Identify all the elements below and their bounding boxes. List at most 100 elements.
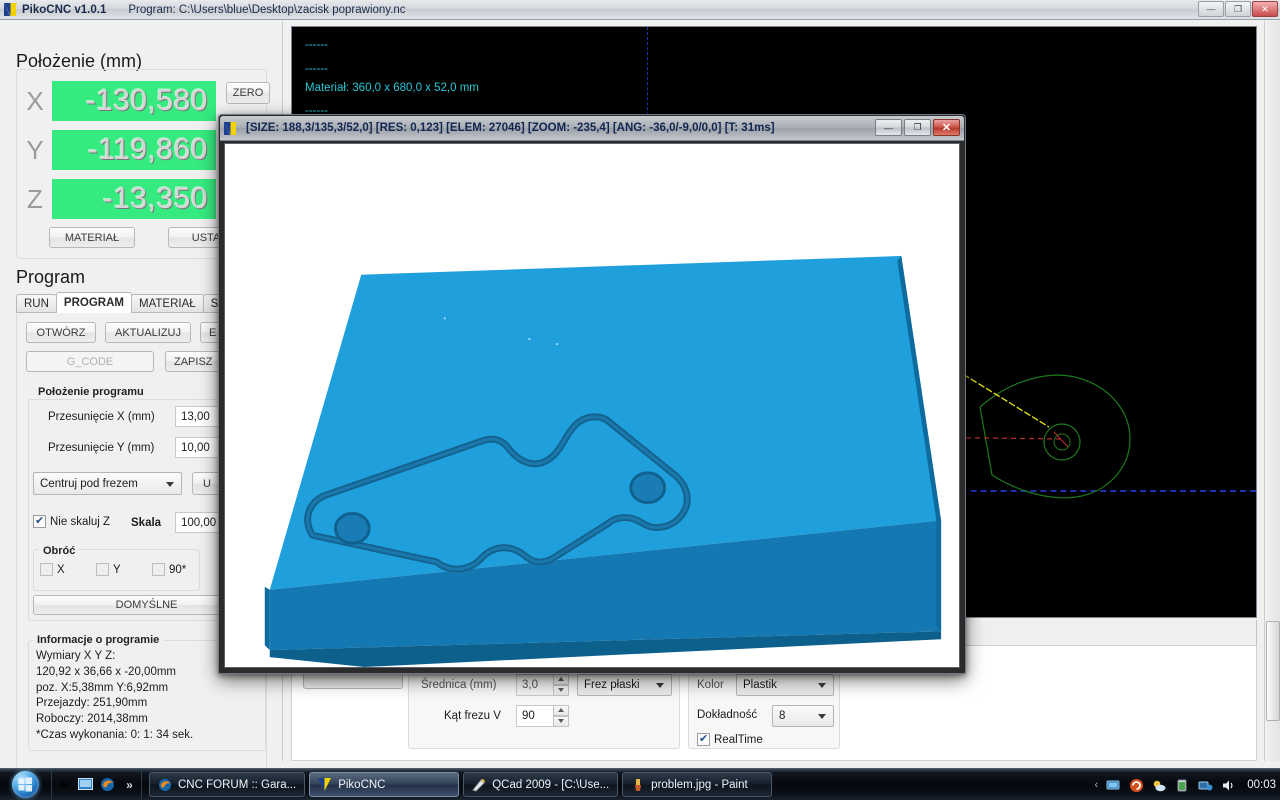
firefox-icon — [158, 778, 172, 792]
app-program-path: Program: C:\Users\blue\Desktop\zacisk po… — [128, 3, 406, 16]
scrollbar-thumb[interactable] — [1266, 621, 1280, 721]
app-window-controls: — ❐ ✕ — [1198, 1, 1278, 17]
axis-value-y: -119,860 — [52, 130, 216, 170]
surface-speck — [443, 317, 446, 320]
tab-material[interactable]: MATERIAŁ — [130, 294, 204, 313]
firefox-svg — [158, 778, 172, 791]
rotate-x-checkbox[interactable]: X — [40, 563, 65, 576]
info-line-1: Wymiary X Y Z: — [36, 650, 116, 662]
checkbox-icon — [33, 514, 46, 528]
axis-label-z: Z — [27, 184, 43, 214]
axis-row-y: Y -119,860 — [18, 130, 216, 170]
battery-svg — [1177, 779, 1187, 792]
taskbar-item-qcad[interactable]: QCad 2009 - [C:\Use... — [463, 772, 619, 797]
offset-x-label: Przesunięcie X (mm) — [48, 411, 155, 423]
diameter-label: Średnica (mm) — [421, 679, 497, 691]
quick-launch-bar[interactable]: ☀ » — [51, 770, 142, 799]
gcode-button[interactable]: G_CODE — [26, 351, 154, 372]
volume-icon[interactable] — [1220, 777, 1236, 793]
rotate-90-label: 90* — [169, 563, 187, 576]
checkbox-icon — [96, 563, 109, 576]
network-monitor-icon[interactable] — [1105, 777, 1121, 793]
tool-type-select[interactable]: Frez płaski — [577, 674, 672, 696]
firefox-icon[interactable] — [99, 776, 116, 793]
no-scale-z-label: Nie skaluj Z — [50, 515, 111, 528]
update-button[interactable]: AKTUALIZUJ — [105, 322, 191, 343]
surface-speck — [556, 343, 559, 346]
start-button[interactable] — [2, 770, 48, 800]
taskbar-item-paint[interactable]: problem.jpg - Paint — [622, 772, 773, 797]
paint-icon — [631, 778, 645, 792]
accuracy-select[interactable]: 8 — [772, 705, 834, 727]
network-svg — [1198, 781, 1213, 790]
info-line-2: 120,92 x 36,66 x -20,00mm — [36, 665, 176, 678]
main-vertical-scrollbar[interactable] — [1264, 21, 1280, 761]
open-button[interactable]: OTWÓRZ — [26, 322, 96, 343]
realtime-checkbox[interactable]: RealTime — [697, 732, 763, 746]
taskbar-item-pikocnc[interactable]: PikoCNC — [309, 772, 460, 797]
axis-row-x: X -130,580 — [18, 81, 216, 121]
center-mode-value: Centruj pod frezem — [40, 477, 138, 490]
program-info-lines: Wymiary X Y Z: 120,92 x 36,66 x -20,00mm… — [36, 649, 193, 744]
3d-preview-title-text: [SIZE: 188,3/135,3/52,0] [RES: 0,123] [E… — [246, 122, 775, 134]
app-maximize-button[interactable]: ❐ — [1225, 1, 1251, 17]
checkbox-icon — [697, 732, 710, 746]
zero-button[interactable]: ZERO — [226, 82, 270, 104]
axis-value-x: -130,580 — [52, 81, 216, 121]
system-tray: ‹ 00:03 — [1087, 769, 1276, 800]
rotate-y-checkbox[interactable]: Y — [96, 563, 121, 576]
3d-preview-window[interactable]: [SIZE: 188,3/135,3/52,0] [RES: 0,123] [E… — [218, 114, 966, 674]
windows-flag-icon — [18, 777, 32, 792]
scale-label: Skala — [131, 517, 162, 529]
weather-icon[interactable] — [1151, 777, 1167, 793]
3d-block-render — [264, 255, 942, 667]
chevron-down-icon — [166, 481, 174, 487]
shield-icon[interactable] — [1128, 777, 1144, 793]
axis-label-y: Y — [26, 135, 44, 165]
chevron-right-icon[interactable]: » — [121, 776, 138, 793]
rotate-group-title: Obróć — [39, 545, 80, 557]
viewer-close-button[interactable]: ✕ — [933, 119, 960, 136]
spinner-up-icon — [558, 677, 564, 681]
material-button[interactable]: MATERIAŁ — [49, 227, 135, 248]
app-minimize-button[interactable]: — — [1198, 1, 1224, 17]
tab-run[interactable]: RUN — [16, 294, 57, 313]
app-titlebar: PikoCNC v1.0.1 Program: C:\Users\blue\De… — [0, 0, 1280, 20]
tool-type-value: Frez płaski — [584, 679, 640, 691]
taskbar-clock[interactable]: 00:03 — [1247, 779, 1276, 791]
3d-preview-titlebar[interactable]: [SIZE: 188,3/135,3/52,0] [RES: 0,123] [E… — [220, 116, 964, 141]
chevron-down-icon — [818, 714, 826, 719]
taskbar-item-cnc-forum[interactable]: CNC FORUM :: Gara... — [149, 772, 306, 797]
tab-program[interactable]: PROGRAM — [55, 292, 132, 313]
network-monitor-svg — [1106, 780, 1120, 789]
3d-render-canvas[interactable] — [224, 143, 960, 668]
no-scale-z-checkbox[interactable]: Nie skaluj Z — [33, 514, 111, 528]
network-icon[interactable] — [1197, 777, 1213, 793]
spinner-up-icon — [558, 708, 564, 712]
diameter-spinner[interactable] — [553, 674, 569, 696]
color-value: Plastik — [743, 679, 777, 691]
battery-icon[interactable] — [1174, 777, 1190, 793]
info-line-3: poz. X:5,38mm Y:6,92mm — [36, 681, 169, 694]
taskbar-item-label: PikoCNC — [338, 778, 386, 791]
app-close-button[interactable]: ✕ — [1252, 1, 1278, 17]
color-label: Kolor — [697, 679, 724, 691]
rotate-90-checkbox[interactable]: 90* — [152, 563, 186, 576]
viewer-logo-svg — [224, 121, 237, 135]
show-desktop-icon[interactable] — [77, 776, 94, 793]
accuracy-label: Dokładność — [697, 709, 758, 721]
checkbox-icon — [40, 563, 53, 576]
taskbar-item-label: CNC FORUM :: Gara... — [178, 778, 297, 791]
sun-icon[interactable]: ☀ — [55, 776, 72, 793]
viewer-maximize-button[interactable]: ❐ — [904, 119, 931, 136]
viewer-logo-icon — [224, 121, 237, 135]
realtime-label: RealTime — [714, 733, 763, 746]
viewer-minimize-button[interactable]: — — [875, 119, 902, 136]
chevron-left-icon[interactable]: ‹ — [1095, 779, 1099, 791]
v-angle-spinner[interactable] — [553, 705, 569, 727]
color-select[interactable]: Plastik — [736, 674, 834, 696]
volume-svg — [1222, 780, 1233, 790]
chevron-down-icon — [818, 683, 826, 688]
center-mode-select[interactable]: Centruj pod frezem — [33, 472, 182, 495]
windows-taskbar: ☀ » CNC FORUM :: Gara... PikoCNC QCad 20… — [0, 768, 1280, 800]
